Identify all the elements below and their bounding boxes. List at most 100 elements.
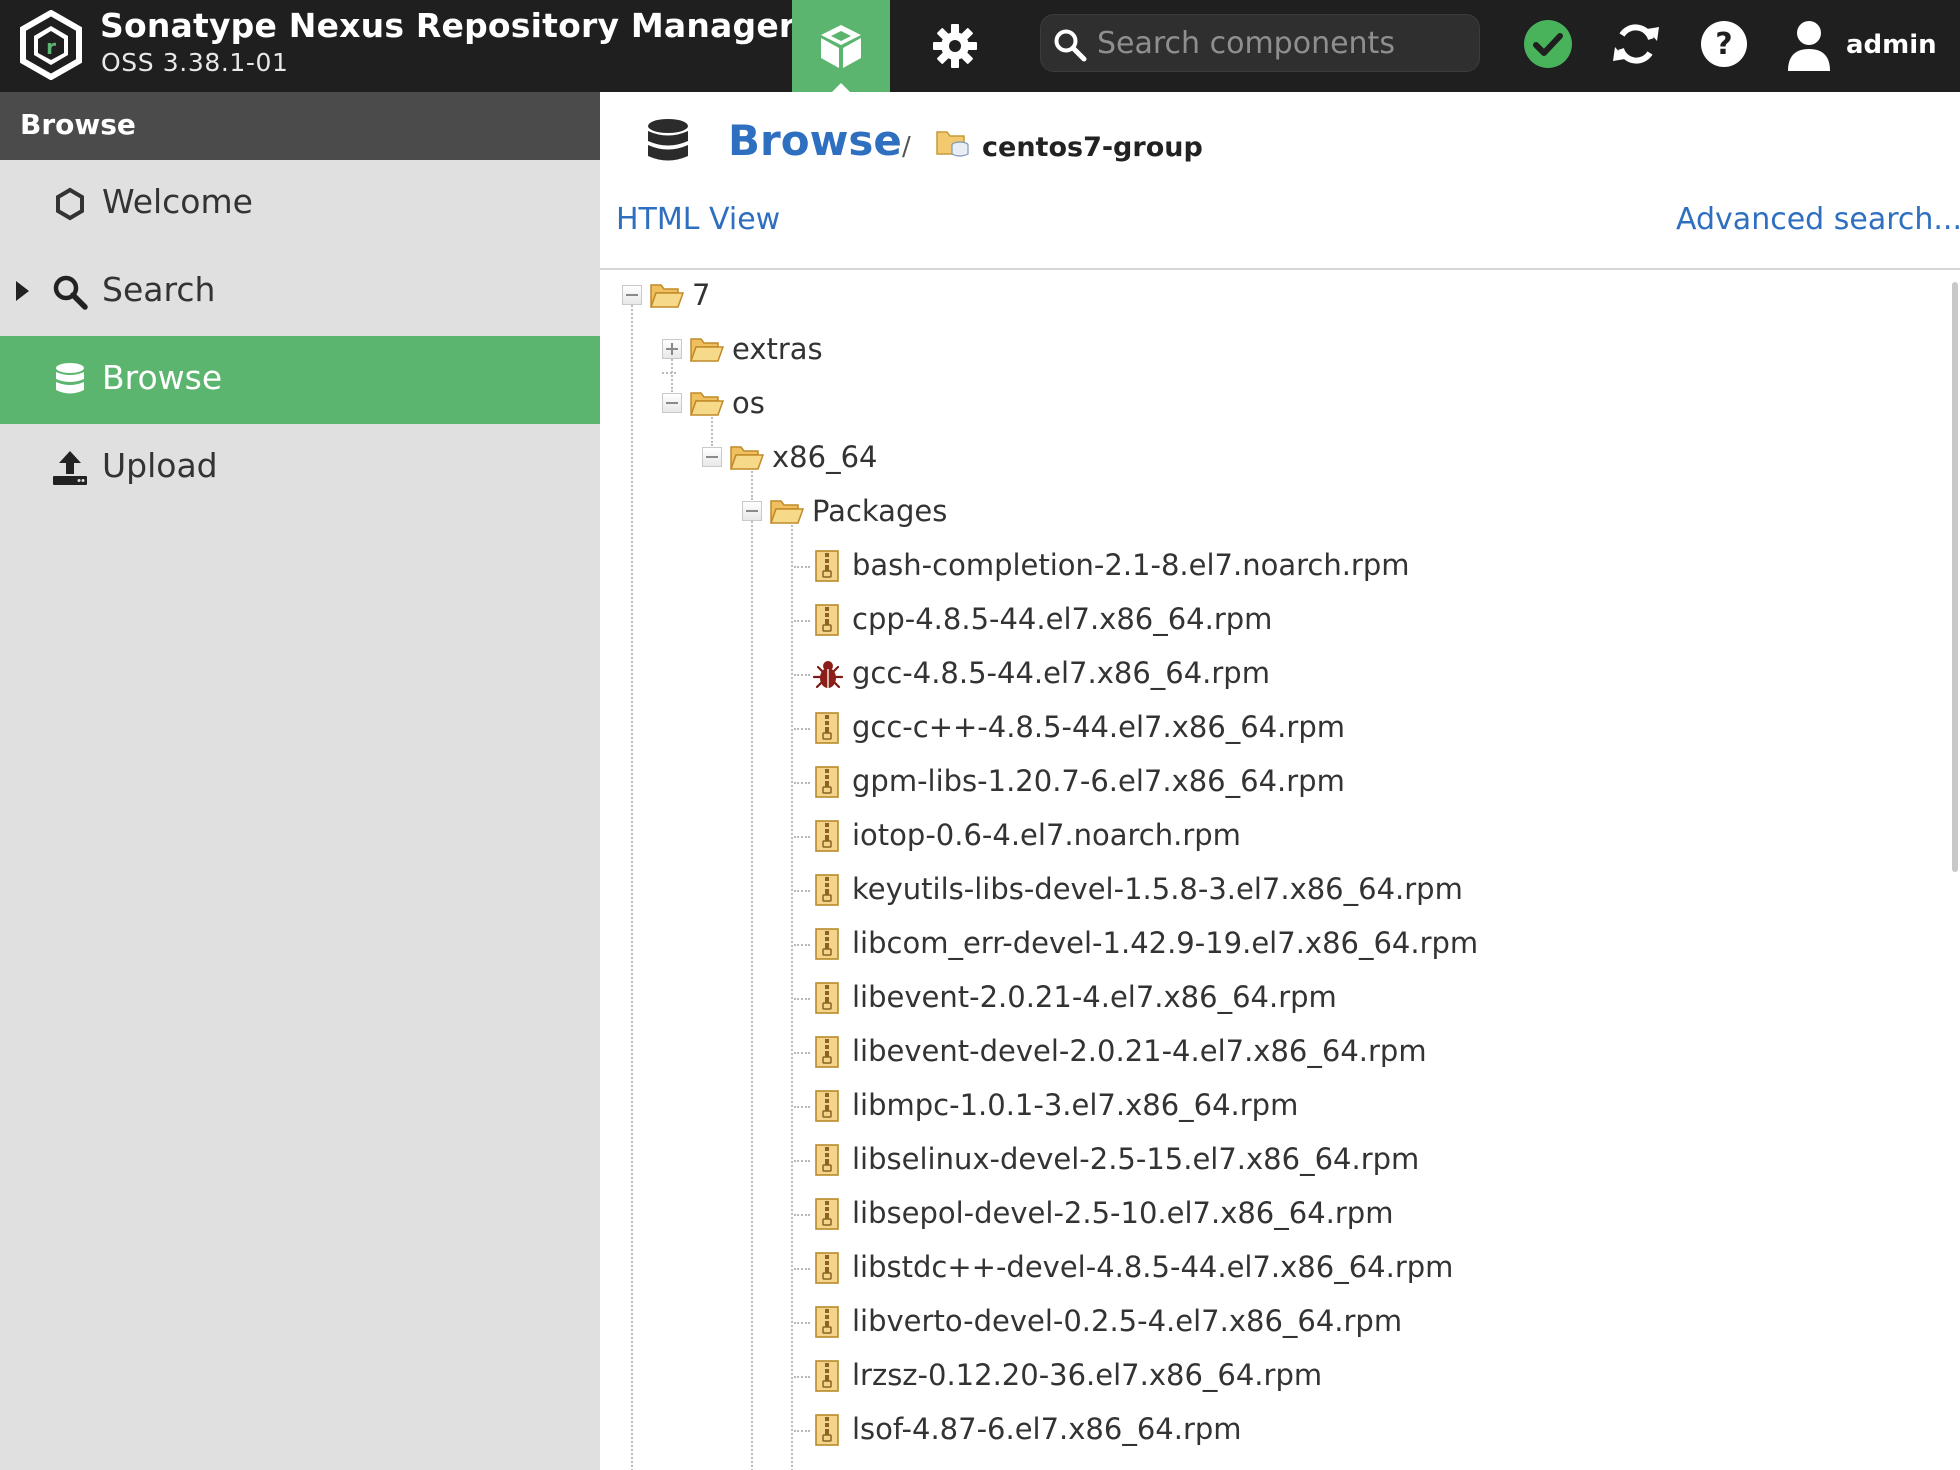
help-button[interactable]: ? <box>1694 14 1754 74</box>
upload-icon <box>50 448 90 488</box>
tree-file-item[interactable]: keyutils-libs-devel-1.5.8-3.el7.x86_64.r… <box>798 864 1698 914</box>
tree-file-item[interactable]: libstdc++-devel-4.8.5-44.el7.x86_64.rpm <box>798 1242 1698 1292</box>
search-icon <box>1054 29 1087 62</box>
svg-text:r: r <box>46 35 56 59</box>
check-circle-icon <box>1524 20 1572 68</box>
tree-file-item[interactable]: gcc-4.8.5-44.el7.x86_64.rpm <box>798 648 1698 698</box>
sidebar-item-search[interactable]: Search <box>0 248 600 336</box>
tree-node-extras[interactable]: extras <box>662 324 862 374</box>
folder-open-icon <box>730 446 764 470</box>
refresh-icon <box>1613 24 1659 64</box>
collapse-toggle[interactable] <box>702 447 722 467</box>
tree-file-item[interactable]: gpm-libs-1.20.7-6.el7.x86_64.rpm <box>798 756 1698 806</box>
breadcrumb-repository: centos7-group <box>982 132 1203 163</box>
tree-file-item[interactable]: libevent-2.0.21-4.el7.x86_64.rpm <box>798 972 1698 1022</box>
user-icon <box>1788 21 1830 71</box>
rpm-file-icon <box>815 1252 839 1284</box>
folder-open-icon <box>690 338 724 362</box>
rpm-file-icon <box>815 712 839 744</box>
folder-open-icon <box>690 392 724 416</box>
tree-node-os[interactable]: os <box>662 378 862 428</box>
tree-file-label: iotop-0.6-4.el7.noarch.rpm <box>852 818 1241 852</box>
folder-open-icon <box>650 284 684 308</box>
top-header: r Sonatype Nexus Repository Manager OSS … <box>0 0 1960 92</box>
tree-node-label: os <box>732 386 765 420</box>
administration-button[interactable] <box>915 0 995 92</box>
tree-file-label: libsepol-devel-2.5-10.el7.x86_64.rpm <box>852 1196 1394 1230</box>
tree-file-item[interactable]: libmpc-1.0.1-3.el7.x86_64.rpm <box>798 1080 1698 1130</box>
app-title: Sonatype Nexus Repository Manager <box>100 6 796 45</box>
collapse-toggle[interactable] <box>742 501 762 521</box>
tree-file-label: libmpc-1.0.1-3.el7.x86_64.rpm <box>852 1088 1299 1122</box>
tree-node-label: Packages <box>812 494 948 528</box>
tree-node-7[interactable]: 7 <box>622 270 822 320</box>
tree-file-label: libcom_err-devel-1.42.9-19.el7.x86_64.rp… <box>852 926 1479 960</box>
tree-file-label: gcc-c++-4.8.5-44.el7.x86_64.rpm <box>852 710 1345 744</box>
sidebar-item-browse[interactable]: Browse <box>0 336 600 424</box>
advanced-search-link[interactable]: Advanced search... <box>1676 202 1960 237</box>
search-box[interactable] <box>1040 14 1480 72</box>
collapse-toggle[interactable] <box>662 393 682 413</box>
breadcrumb: Browse / centos7-group <box>600 92 1960 192</box>
tree-file-item[interactable]: cpp-4.8.5-44.el7.x86_64.rpm <box>798 594 1698 644</box>
database-icon <box>50 360 90 400</box>
user-menu[interactable]: admin <box>1786 10 1937 80</box>
breadcrumb-browse-link[interactable]: Browse <box>728 116 902 165</box>
tree-file-label: libevent-devel-2.0.21-4.el7.x86_64.rpm <box>852 1034 1427 1068</box>
tree-file-item[interactable]: lsof-4.87-6.el7.x86_64.rpm <box>798 1404 1698 1454</box>
sidebar-item-label: Search <box>102 270 216 309</box>
tree-file-label: gcc-4.8.5-44.el7.x86_64.rpm <box>852 656 1270 690</box>
tree-node-label: 7 <box>692 278 711 312</box>
folder-open-icon <box>770 500 804 524</box>
tree-file-item[interactable]: libsepol-devel-2.5-10.el7.x86_64.rpm <box>798 1188 1698 1238</box>
collapse-toggle[interactable] <box>622 285 642 305</box>
scrollbar[interactable] <box>1952 282 1958 872</box>
bug-icon <box>812 661 844 689</box>
expand-toggle[interactable] <box>662 339 682 359</box>
system-status-button[interactable] <box>1518 14 1578 74</box>
sidebar-item-welcome[interactable]: Welcome <box>0 160 600 248</box>
tree-file-label: libselinux-devel-2.5-15.el7.x86_64.rpm <box>852 1142 1420 1176</box>
breadcrumb-separator: / <box>902 132 911 162</box>
tree-file-label: lsof-4.87-6.el7.x86_64.rpm <box>852 1412 1242 1446</box>
tree-file-label: cpp-4.8.5-44.el7.x86_64.rpm <box>852 602 1273 636</box>
tree-file-item[interactable]: libcom_err-devel-1.42.9-19.el7.x86_64.rp… <box>798 918 1698 968</box>
hexagon-icon <box>50 184 90 224</box>
rpm-file-icon <box>815 1090 839 1122</box>
rpm-file-icon <box>815 820 839 852</box>
rpm-file-icon <box>815 1036 839 1068</box>
tree-node-label: x86_64 <box>772 440 878 474</box>
sidebar: Browse Welcome Search Browse Upload <box>0 92 600 1470</box>
help-icon: ? <box>1701 21 1747 67</box>
tree-guide-line <box>631 286 633 1470</box>
search-components-input[interactable] <box>1097 21 1467 65</box>
tree-file-item[interactable]: iotop-0.6-4.el7.noarch.rpm <box>798 810 1698 860</box>
tree-file-item[interactable]: libselinux-devel-2.5-15.el7.x86_64.rpm <box>798 1134 1698 1184</box>
tree-file-item[interactable]: gcc-c++-4.8.5-44.el7.x86_64.rpm <box>798 702 1698 752</box>
tree-file-label: libverto-devel-0.2.5-4.el7.x86_64.rpm <box>852 1304 1403 1338</box>
sidebar-item-upload[interactable]: Upload <box>0 424 600 512</box>
tree-file-item[interactable]: bash-completion-2.1-8.el7.noarch.rpm <box>798 540 1698 590</box>
cube-icon <box>821 25 861 68</box>
sidebar-header: Browse <box>0 92 600 160</box>
rpm-file-icon <box>815 874 839 906</box>
browse-mode-button[interactable] <box>792 0 890 92</box>
tree-node-x86-64[interactable]: x86_64 <box>702 432 952 482</box>
rpm-file-icon <box>815 550 839 582</box>
expand-arrow-icon[interactable] <box>16 281 29 301</box>
tree-file-item[interactable]: libevent-devel-2.0.21-4.el7.x86_64.rpm <box>798 1026 1698 1076</box>
main-panel: Browse / centos7-group HTML View Advance… <box>600 92 1960 1470</box>
sidebar-item-label: Browse <box>102 358 223 397</box>
html-view-link[interactable]: HTML View <box>616 202 780 237</box>
browse-toolbar: HTML View Advanced search... <box>600 202 1960 262</box>
svg-text:?: ? <box>1715 27 1732 62</box>
username-label: admin <box>1846 30 1937 60</box>
tree-file-item[interactable]: lrzsz-0.12.20-36.el7.x86_64.rpm <box>798 1350 1698 1400</box>
tree-node-packages[interactable]: Packages <box>742 486 1042 536</box>
tree-file-label: keyutils-libs-devel-1.5.8-3.el7.x86_64.r… <box>852 872 1463 906</box>
refresh-button[interactable] <box>1606 14 1666 74</box>
tree-file-label: gpm-libs-1.20.7-6.el7.x86_64.rpm <box>852 764 1345 798</box>
tree-file-item[interactable]: libverto-devel-0.2.5-4.el7.x86_64.rpm <box>798 1296 1698 1346</box>
tree-node-label: extras <box>732 332 823 366</box>
rpm-file-icon <box>815 604 839 636</box>
